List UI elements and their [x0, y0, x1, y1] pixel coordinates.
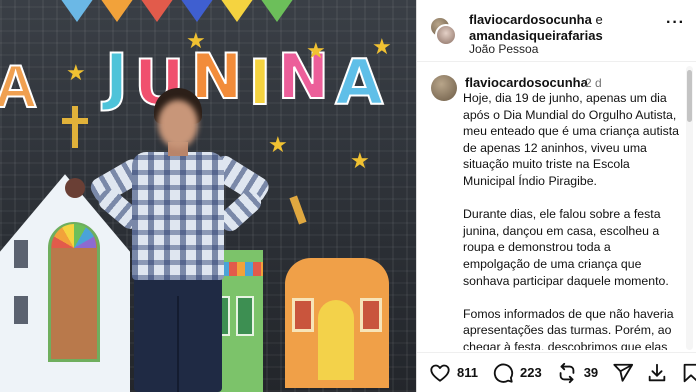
- bunting-flag: [220, 0, 254, 22]
- house-window: [292, 298, 314, 332]
- child-figure: [82, 86, 273, 392]
- blurred-face: [158, 100, 198, 148]
- bunting-flag: [260, 0, 294, 22]
- avatar[interactable]: [431, 75, 457, 101]
- comment-icon: [493, 363, 514, 383]
- star-decoration: ★: [306, 38, 326, 63]
- church-window: [14, 296, 28, 324]
- action-bar: 811 223 39: [417, 352, 696, 392]
- coauthor-link[interactable]: amandasiqueirafarias: [469, 28, 603, 43]
- star-decoration: ★: [186, 28, 206, 53]
- comment-button[interactable]: 223: [492, 362, 542, 384]
- caption-timestamp[interactable]: 2 d: [585, 76, 602, 90]
- heart-icon: [430, 364, 450, 382]
- banner-letter: A: [334, 46, 384, 119]
- bunting-flag: [140, 0, 174, 22]
- post-authors: flaviocardosocunha e amandasiqueirafaria…: [469, 12, 669, 44]
- location-link[interactable]: João Pessoa: [469, 42, 538, 56]
- post-photo[interactable]: A JUNINA ★ ★ ★ ★ ★ ★ ★: [0, 0, 416, 392]
- bunting-flag: [180, 0, 214, 22]
- scrollbar-thumb[interactable]: [687, 70, 692, 122]
- save-button[interactable]: [680, 362, 696, 384]
- author-connector: e: [595, 12, 603, 27]
- send-icon: [613, 363, 634, 382]
- avatar[interactable]: [435, 24, 457, 46]
- star-decoration: ★: [66, 60, 86, 85]
- bunting-flag: [60, 0, 94, 22]
- repost-count: 39: [583, 365, 599, 380]
- like-count: 811: [457, 365, 478, 380]
- caption-scroll-area[interactable]: flaviocardosocunha 2 d Hoje, dia 19 de j…: [417, 63, 696, 350]
- download-button[interactable]: [646, 362, 668, 384]
- comment-count: 223: [519, 365, 542, 380]
- church-cross: [72, 106, 78, 148]
- child-plaid-shirt: [132, 152, 224, 280]
- collab-avatars[interactable]: [429, 16, 457, 46]
- like-button[interactable]: 811: [429, 362, 478, 384]
- download-icon: [648, 363, 666, 381]
- bookmark-icon: [683, 363, 696, 382]
- post-details-panel: flaviocardosocunha e amandasiqueirafaria…: [416, 0, 696, 392]
- author-link[interactable]: flaviocardosocunha: [469, 12, 592, 27]
- caption-paragraph: Durante dias, ele falou sobre a festa ju…: [463, 207, 669, 288]
- house-door: [318, 300, 354, 380]
- star-decoration: ★: [372, 34, 392, 59]
- bunting-flag: [100, 0, 134, 22]
- flag-bunting: [60, 0, 416, 24]
- caption-paragraph: Fomos informados de que não haveria apre…: [463, 306, 674, 350]
- house-window: [360, 298, 382, 332]
- child-jeans: [134, 276, 222, 392]
- caption-username[interactable]: flaviocardosocunha: [465, 75, 588, 90]
- caption-text: Hoje, dia 19 de junho, apenas um dia apó…: [463, 90, 681, 350]
- church-window: [14, 240, 28, 268]
- more-options-button[interactable]: ···: [666, 14, 685, 32]
- share-button[interactable]: [612, 362, 634, 384]
- repost-button[interactable]: 39: [556, 362, 598, 384]
- repost-icon: [559, 362, 575, 383]
- post-header: flaviocardosocunha e amandasiqueirafaria…: [417, 0, 696, 62]
- star-decoration: ★: [350, 148, 370, 173]
- caption-paragraph: Hoje, dia 19 de junho, apenas um dia apó…: [463, 91, 680, 188]
- banner-letter-left: A: [0, 52, 38, 121]
